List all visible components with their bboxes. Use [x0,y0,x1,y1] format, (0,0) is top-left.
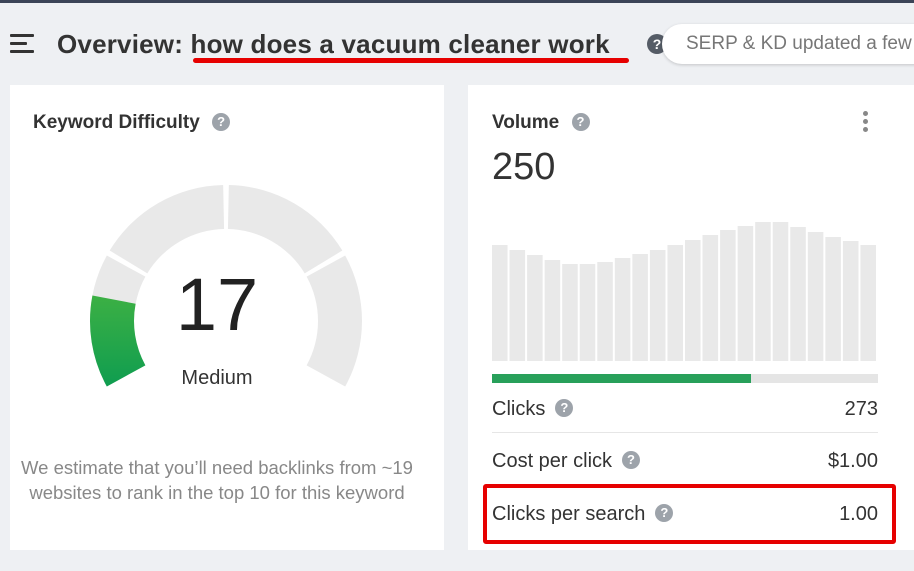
metric-label: Cost per click [492,450,613,472]
metric-label: Clicks [492,398,546,420]
trend-bar [860,245,876,361]
trend-bar [509,250,526,361]
help-icon[interactable]: ? [555,398,574,417]
trend-bar [597,262,613,361]
help-icon[interactable]: ? [622,450,641,469]
trend-bar [755,222,771,361]
trend-bar [825,237,841,361]
trend-bar [772,222,789,361]
trend-bar [685,240,701,361]
trend-bar [492,245,508,361]
metric-row-clicks: Clicks? 273 [492,386,878,433]
clicks-progress-bar [492,374,878,383]
trend-bar [842,241,859,361]
clicks-per-search-highlight-box [483,484,896,544]
trend-bar [527,255,543,361]
trend-bar [790,227,806,361]
metric-value: $1.00 [827,450,878,472]
trend-bar [720,230,736,361]
metric-row-cost-per-click: Cost per click? $1.00 [492,438,878,485]
clicks-progress-fill [492,374,751,383]
trend-bar [562,264,578,361]
trend-bar [667,245,683,361]
trend-bar [737,226,754,361]
trend-bar [544,260,561,361]
trend-bar [614,258,631,361]
trend-bar [807,232,824,361]
trend-bar [649,250,666,361]
trend-bar [632,254,648,361]
trend-bar [702,235,719,361]
trend-bar [579,264,596,361]
metric-value: 273 [844,398,878,420]
